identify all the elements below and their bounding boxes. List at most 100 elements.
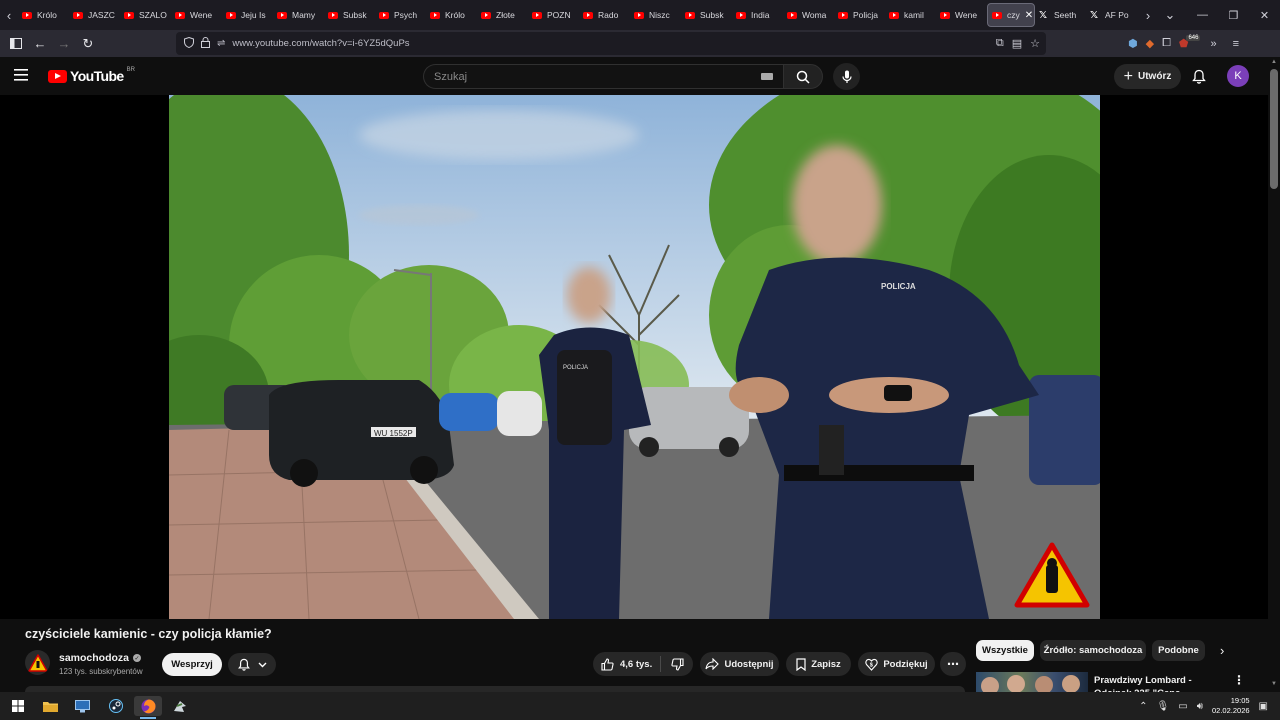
browser-tab[interactable]: Złote [477,0,528,30]
keyboard-icon[interactable] [761,73,773,80]
bell-icon [1192,69,1206,84]
chip-all[interactable]: Wszystkie [976,640,1034,661]
notifications-tray-icon[interactable]: ▣ [1259,701,1268,712]
tab-label: Królo [445,10,465,20]
channel-avatar[interactable] [25,650,50,675]
tab-close-icon[interactable]: ✕ [1025,10,1033,21]
back-icon[interactable]: ← [28,30,52,57]
like-count: 4,6 tys. [620,658,653,670]
reader-view-icon[interactable]: ▤ [1012,37,1022,50]
youtube-logo[interactable]: YouTube BR [48,67,135,84]
browser-tab[interactable]: Psych [375,0,426,30]
permissions-icon[interactable]: ⇌ [217,38,225,49]
chip-related[interactable]: Podobne [1152,640,1205,661]
tab-list-dropdown-icon[interactable]: ⌄ [1159,0,1181,30]
browser-tab[interactable]: Wene [936,0,987,30]
youtube-favicon-icon [379,11,389,19]
guide-menu-icon[interactable] [14,67,34,85]
share-button[interactable]: Udostępnij [700,652,779,676]
app-menu-icon[interactable]: ≡ [1233,38,1239,50]
browser-tab[interactable]: Niszc [630,0,681,30]
video-player[interactable]: WU 1552P POLICJA POLICJA [0,95,1268,619]
youtube-favicon-icon [634,11,644,19]
browser-tab[interactable]: Jeju Is [222,0,273,30]
volume-icon[interactable]: 🔊︎ [1197,701,1203,712]
forward-icon[interactable]: → [52,30,76,57]
recommendation-title[interactable]: Prawdziwy Lombard - Odcinek 225 "Cena za… [1094,674,1226,692]
browser-tab[interactable]: Królo [18,0,69,30]
start-windows-icon[interactable] [4,696,32,716]
tab-label: POZN [547,10,571,20]
tray-overflow-icon[interactable]: ⌃ [1139,701,1147,712]
more-actions-button[interactable]: ⋯ [940,652,966,676]
file-explorer-icon[interactable] [36,696,64,716]
tabs-scroll-left-icon[interactable]: ‹ [0,0,18,30]
browser-tab[interactable]: 𝕏 AF Po [1086,0,1137,30]
account-avatar[interactable]: K [1227,65,1249,87]
browser-tab[interactable]: Mamy [273,0,324,30]
thumbnail-image [981,675,1080,692]
dislike-button[interactable] [661,657,693,671]
microphone-tray-icon[interactable]: 🎙︎ [1157,701,1170,712]
fox-extension-icon[interactable]: ◆ [1146,37,1154,50]
browser-tab[interactable]: Królo [426,0,477,30]
x-favicon-icon: 𝕏 [1090,9,1099,21]
scrollbar-thumb[interactable] [1270,69,1278,189]
like-button[interactable]: 4,6 tys. [593,656,661,672]
extensions-puzzle-icon[interactable]: ⧠ [1162,37,1171,50]
sidebar-toggle-icon[interactable] [4,30,28,57]
steam-icon[interactable] [102,696,130,716]
channel-name[interactable]: samochodoza ✓ [59,652,142,664]
tabs-scroll-right-icon[interactable]: › [1137,0,1159,30]
voice-search-button[interactable] [833,63,860,90]
scroll-down-arrow-icon[interactable]: ▼ [1271,681,1277,687]
browser-tab[interactable]: 𝕏 Seeth [1035,0,1086,30]
browser-tab[interactable]: Woma [783,0,834,30]
search-input[interactable]: Szukaj [423,64,783,89]
browser-tab[interactable]: kamil [885,0,936,30]
browser-tab[interactable]: Policja [834,0,885,30]
firefox-icon[interactable] [134,696,162,719]
subscription-bell-button[interactable] [228,653,276,676]
bookmark-star-icon[interactable]: ☆ [1030,37,1040,50]
browser-tab[interactable]: POZN [528,0,579,30]
tracking-shield-icon[interactable] [184,36,194,51]
thanks-button[interactable]: $ Podziękuj [858,652,935,676]
recommendation-thumbnail[interactable] [976,672,1088,692]
url-text: www.youtube.com/watch?v=i-6YZ5dQuPs [232,38,410,49]
browser-tab[interactable]: Wene [171,0,222,30]
network-icon[interactable]: ▭ [1178,701,1187,712]
pip-icon[interactable]: ⧉ [996,37,1004,50]
page-scrollbar[interactable]: ▲ ▼ [1268,57,1280,692]
save-button[interactable]: Zapisz [786,652,851,676]
app-bird-icon[interactable] [166,696,194,716]
lock-icon[interactable] [201,36,210,51]
browser-tab-active[interactable]: czy ✕ [987,3,1035,27]
browser-tab[interactable]: JASZC [69,0,120,30]
search-button[interactable] [783,64,823,89]
browser-tab[interactable]: SZALO [120,0,171,30]
minimize-icon[interactable]: — [1187,0,1218,30]
thanks-heart-dollar-icon: $ [865,658,879,671]
url-bar[interactable]: ⇌ www.youtube.com/watch?v=i-6YZ5dQuPs ⧉ … [176,32,1046,55]
support-button[interactable]: Wesprzyj [162,653,222,676]
clock[interactable]: 19:05 02.02.2026 [1212,696,1250,716]
browser-tab[interactable]: Subsk [681,0,732,30]
recommendation-more-icon[interactable]: ⋮ [1233,673,1245,687]
chips-next-icon[interactable]: › [1220,643,1224,658]
restore-icon[interactable]: ❐ [1218,0,1249,30]
close-window-icon[interactable]: ✕ [1249,0,1280,30]
browser-tab[interactable]: India [732,0,783,30]
create-button[interactable]: + Utwórz [1114,64,1181,89]
reload-icon[interactable]: ↻ [76,30,100,57]
video-frame[interactable]: WU 1552P POLICJA POLICJA [169,95,1100,619]
browser-tab[interactable]: Subsk [324,0,375,30]
overflow-chevrons-icon[interactable]: » [1210,38,1216,50]
browser-tab[interactable]: Rado [579,0,630,30]
system-tray: ⌃ 🎙︎ ▭ 🔊︎ 19:05 02.02.2026 ▣ [1139,692,1280,720]
scroll-up-arrow-icon[interactable]: ▲ [1271,59,1277,65]
remote-desktop-icon[interactable] [68,696,96,716]
shield-extension-icon[interactable]: ⬢ [1128,37,1138,50]
chip-from-channel[interactable]: Źródło: samochodoza [1040,640,1146,661]
notifications-button[interactable] [1188,65,1210,87]
